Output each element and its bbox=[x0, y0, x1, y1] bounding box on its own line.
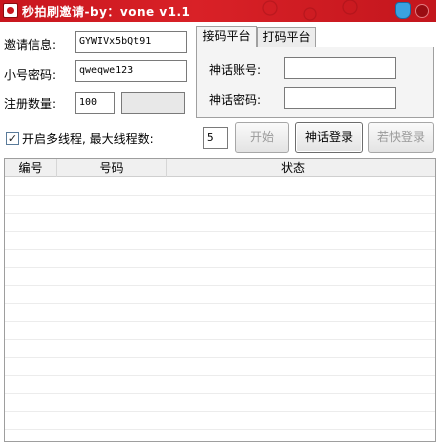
password-input[interactable]: qweqwe123 bbox=[75, 60, 187, 82]
result-table[interactable]: 编号 号码 状态 bbox=[4, 158, 436, 442]
column-header-status[interactable]: 状态 bbox=[167, 159, 419, 177]
skin-icon[interactable] bbox=[395, 2, 411, 19]
table-row-line bbox=[5, 195, 435, 196]
close-icon[interactable] bbox=[415, 4, 429, 18]
thread-count-input[interactable]: 5 bbox=[203, 127, 228, 149]
column-header-id[interactable]: 编号 bbox=[5, 159, 57, 177]
table-row-line bbox=[5, 357, 435, 358]
table-row-line bbox=[5, 231, 435, 232]
table-row-line bbox=[5, 321, 435, 322]
tab-sms-platform[interactable]: 接码平台 bbox=[196, 26, 257, 48]
account-input[interactable] bbox=[284, 57, 396, 79]
account-label: 神话账号: bbox=[209, 63, 262, 77]
shenhua-login-button[interactable]: 神话登录 bbox=[295, 122, 363, 153]
table-row-line bbox=[5, 213, 435, 214]
column-header-number[interactable]: 号码 bbox=[57, 159, 167, 177]
invite-label: 邀请信息: bbox=[4, 38, 57, 52]
count-input[interactable]: 100 bbox=[75, 92, 115, 114]
table-header: 编号 号码 状态 bbox=[5, 159, 435, 177]
multithread-checkbox[interactable]: ✓ bbox=[6, 132, 19, 145]
tab-captcha-platform[interactable]: 打码平台 bbox=[257, 27, 316, 48]
table-row-line bbox=[5, 249, 435, 250]
multithread-label: 开启多线程, 最大线程数: bbox=[22, 132, 154, 146]
window-title: 秒拍刷邀请-by：vone v1.1 bbox=[22, 5, 191, 19]
table-row-line bbox=[5, 303, 435, 304]
title-bar[interactable]: 秒拍刷邀请-by：vone v1.1 bbox=[0, 0, 436, 22]
app-icon bbox=[3, 3, 18, 18]
ruokuai-login-button[interactable]: 若快登录 bbox=[368, 122, 434, 153]
table-row-line bbox=[5, 375, 435, 376]
shenhua-password-input[interactable] bbox=[284, 87, 396, 109]
table-row-line bbox=[5, 285, 435, 286]
invite-input[interactable]: GYWIVx5bQt91 bbox=[75, 31, 187, 53]
start-button[interactable]: 开始 bbox=[235, 122, 289, 153]
table-row-line bbox=[5, 267, 435, 268]
table-row-line bbox=[5, 339, 435, 340]
password-label: 小号密码: bbox=[4, 68, 57, 82]
table-row-line bbox=[5, 393, 435, 394]
count-label: 注册数量: bbox=[4, 97, 57, 111]
count-extra-field bbox=[121, 92, 185, 114]
shenhua-password-label: 神话密码: bbox=[209, 93, 262, 107]
table-row-line bbox=[5, 411, 435, 412]
table-row-line bbox=[5, 429, 435, 430]
title-decoration bbox=[250, 0, 390, 22]
